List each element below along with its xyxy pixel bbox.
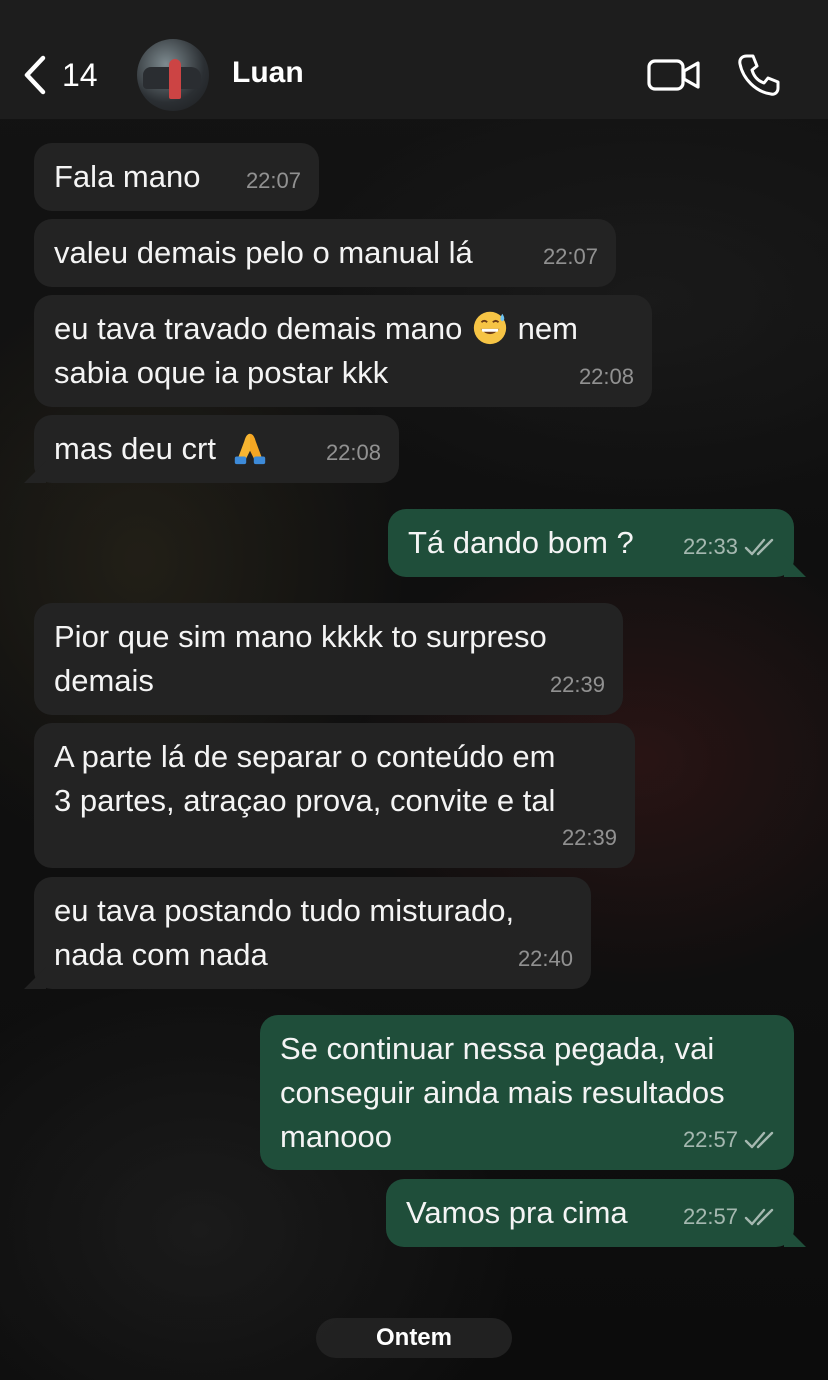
message-time: 22:40 xyxy=(517,946,573,971)
message-text: Pior que sim mano kkkk to surpreso xyxy=(54,619,547,654)
message-meta: 22:33 xyxy=(683,525,776,569)
message-meta: 22:57 xyxy=(683,1118,776,1162)
message-time: 22:33 xyxy=(682,534,738,559)
message-text: Se continuar nessa pegada, vai xyxy=(280,1031,715,1066)
message-time: 22:39 xyxy=(561,825,617,850)
message-time: 22:57 xyxy=(682,1127,738,1152)
read-receipt-icon xyxy=(744,538,774,556)
chat-header: 14 Luan xyxy=(0,0,828,119)
video-call-icon[interactable] xyxy=(646,55,702,95)
message-text: valeu demais pelo o manual lá xyxy=(54,235,473,270)
message-meta: 22:57 xyxy=(683,1195,776,1239)
folded-hands-emoji xyxy=(234,433,265,465)
read-receipt-icon xyxy=(744,1208,774,1226)
message-time: 22:08 xyxy=(578,364,634,389)
unread-count: 14 xyxy=(62,56,98,93)
message-bubble-incoming[interactable]: mas deu crt 22:08 xyxy=(34,415,399,483)
message-bubble-incoming[interactable]: A parte lá de separar o conteúdo em 3 pa… xyxy=(34,723,635,868)
message-bubble-incoming[interactable]: Pior que sim mano kkkk to surpreso demai… xyxy=(34,603,623,715)
message-bubble-outgoing[interactable]: Vamos pra cima 22:57 xyxy=(386,1179,794,1247)
message-text-line-2: sabia oque ia postar kkk xyxy=(54,355,389,390)
date-separator: Ontem xyxy=(316,1318,512,1358)
message-text-line-2: conseguir ainda mais resultados xyxy=(280,1075,725,1110)
back-button[interactable]: 14 xyxy=(22,52,114,98)
contact-avatar[interactable] xyxy=(137,39,209,111)
message-time: 22:07 xyxy=(245,168,301,193)
message-time: 22:08 xyxy=(325,440,381,465)
contact-name[interactable]: Luan xyxy=(232,56,304,90)
message-bubble-outgoing[interactable]: Se continuar nessa pegada, vai conseguir… xyxy=(260,1015,794,1170)
message-time: 22:39 xyxy=(549,672,605,697)
message-bubble-incoming[interactable]: eu tava postando tudo misturado, nada co… xyxy=(34,877,591,989)
message-text: A parte lá de separar o conteúdo em xyxy=(54,739,556,774)
message-text-line-2: demais xyxy=(54,663,154,698)
message-bubble-incoming[interactable]: eu tava travado demais mano nem sabia oq… xyxy=(34,295,652,407)
message-bubble-outgoing[interactable]: Tá dando bom ? 22:33 xyxy=(388,509,794,577)
chevron-left-icon xyxy=(24,55,46,95)
message-time: 22:07 xyxy=(542,244,598,269)
message-bubble-incoming[interactable]: valeu demais pelo o manual lá 22:07 xyxy=(34,219,616,287)
message-time: 22:57 xyxy=(682,1204,738,1229)
message-text-line-2: 3 partes, atraçao prova, convite e tal xyxy=(54,783,556,818)
message-text-line-2: nada com nada xyxy=(54,937,268,972)
read-receipt-icon xyxy=(744,1131,774,1149)
message-text: eu tava postando tudo misturado, xyxy=(54,893,515,928)
sweat-smile-emoji xyxy=(473,311,507,345)
message-bubble-incoming[interactable]: Fala mano 22:07 xyxy=(34,143,319,211)
phone-call-icon[interactable] xyxy=(736,52,782,98)
message-text: eu tava travado demais mano nem xyxy=(54,307,634,351)
